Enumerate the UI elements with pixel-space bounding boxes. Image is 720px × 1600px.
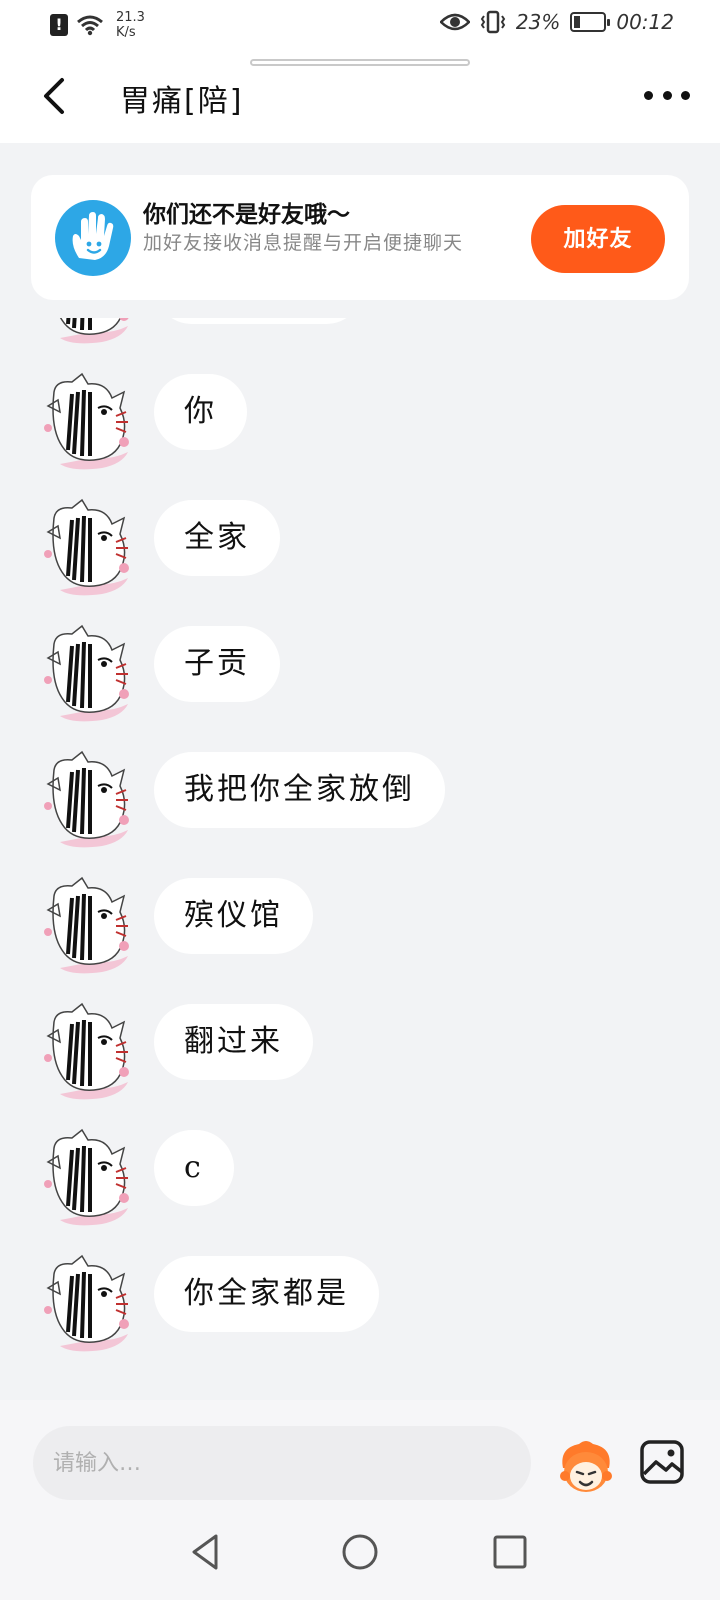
battery-percent: 23%: [515, 10, 561, 34]
avatar[interactable]: [42, 876, 136, 976]
nav-home-button[interactable]: [340, 1532, 380, 1572]
avatar[interactable]: [42, 372, 136, 472]
avatar[interactable]: [42, 1128, 136, 1228]
message-bubble[interactable]: 你: [154, 374, 247, 450]
message-row: 子贡: [0, 624, 720, 724]
more-dot: [644, 90, 653, 100]
message-row: [0, 318, 720, 346]
clock: 00:12: [616, 10, 674, 34]
speed-value: 21.3: [116, 10, 145, 25]
add-friend-banner: 你们还不是好友哦～ 加好友接收消息提醒与开启便捷聊天 加好友: [31, 175, 689, 300]
message-bubble[interactable]: 殡仪馆: [154, 878, 313, 954]
message-row: 全家: [0, 498, 720, 598]
triangle-back-icon: [192, 1534, 218, 1570]
circle-home-icon: [342, 1534, 378, 1570]
avatar[interactable]: [42, 1002, 136, 1102]
message-bubble[interactable]: 你全家都是: [154, 1256, 379, 1332]
message-input[interactable]: [33, 1426, 531, 1500]
status-bar: ! 21.3 K/s 23% 00:12: [0, 0, 720, 50]
message-row: 殡仪馆: [0, 876, 720, 976]
status-left: ! 21.3 K/s: [50, 10, 145, 40]
chat-header: 胃痛[陪]: [0, 50, 720, 143]
hand-wave-icon: [55, 200, 131, 276]
banner-description: 加好友接收消息提醒与开启便捷聊天: [143, 232, 464, 254]
message-row: c: [0, 1128, 720, 1228]
network-speed: 21.3 K/s: [116, 10, 145, 40]
message-row: 你全家都是: [0, 1254, 720, 1354]
speed-unit: K/s: [116, 25, 136, 40]
eye-icon: [439, 13, 470, 31]
message-row: 翻过来: [0, 1002, 720, 1102]
banner-title: 你们还不是好友哦～: [143, 202, 350, 228]
status-right: 23% 00:12: [439, 10, 674, 34]
nav-back-button[interactable]: [186, 1532, 226, 1572]
nav-recent-button[interactable]: [490, 1532, 530, 1572]
avatar[interactable]: [42, 624, 136, 724]
message-bubble[interactable]: 子贡: [154, 626, 280, 702]
more-dot: [662, 90, 672, 100]
message-bubble[interactable]: c: [154, 1130, 234, 1206]
emoji-button[interactable]: [555, 1438, 617, 1496]
avatar[interactable]: [42, 318, 136, 346]
more-dot: [681, 90, 690, 100]
add-friend-button[interactable]: 加好友: [531, 205, 665, 273]
alert-icon: !: [50, 14, 68, 36]
message-row: 我把你全家放倒: [0, 750, 720, 850]
emoji-face-icon: [560, 1441, 612, 1492]
more-button[interactable]: [644, 80, 690, 110]
drag-handle[interactable]: [250, 59, 470, 66]
message-list[interactable]: 你 全家 子贡 我把你全家放倒 殡仪馆 翻过来 c 你全家都是: [0, 318, 720, 1400]
back-button[interactable]: [36, 74, 76, 118]
chevron-left-icon: [44, 78, 64, 114]
message-bubble[interactable]: 翻过来: [154, 1004, 313, 1080]
input-bar: [0, 1400, 720, 1500]
message-bubble[interactable]: 全家: [154, 500, 280, 576]
avatar[interactable]: [42, 498, 136, 598]
message-row: 你: [0, 372, 720, 472]
vibrate-icon: [480, 10, 506, 34]
square-recent-icon: [493, 1535, 527, 1569]
system-nav-bar: [0, 1500, 720, 1600]
message-bubble[interactable]: 我把你全家放倒: [154, 752, 445, 828]
avatar[interactable]: [42, 1254, 136, 1354]
message-bubble[interactable]: [154, 318, 364, 324]
avatar[interactable]: [42, 750, 136, 850]
wifi-icon: [77, 15, 103, 36]
image-icon: [640, 1440, 684, 1484]
battery-icon: [570, 12, 611, 32]
image-button[interactable]: [640, 1440, 684, 1484]
page-title: 胃痛[陪]: [120, 84, 244, 119]
